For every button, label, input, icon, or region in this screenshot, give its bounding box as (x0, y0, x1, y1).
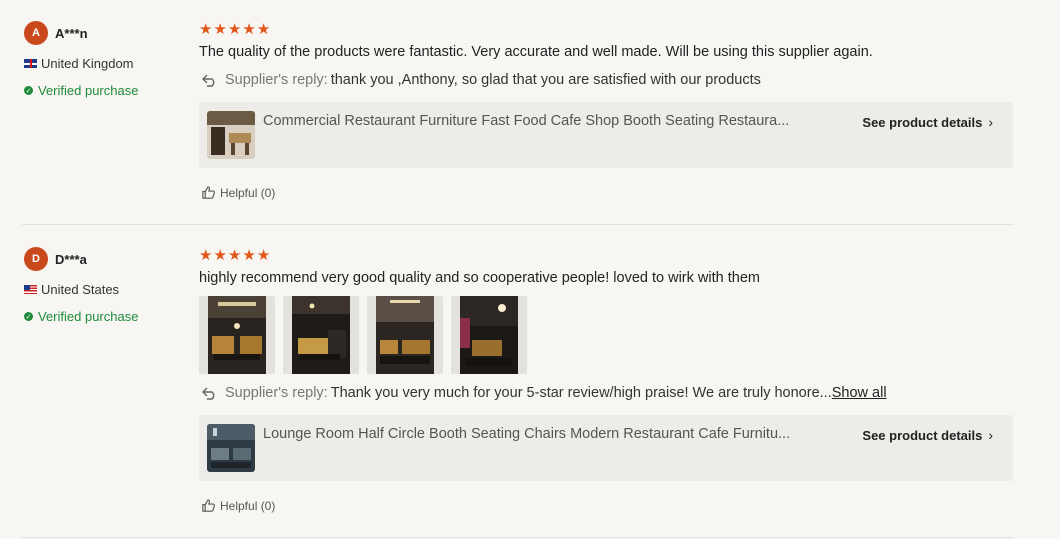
product-card[interactable]: Commercial Restaurant Furniture Fast Foo… (199, 102, 1013, 168)
product-card[interactable]: Lounge Room Half Circle Booth Seating Ch… (199, 415, 1013, 481)
reply-label: Supplier's reply: (225, 385, 328, 401)
reply-icon (202, 74, 215, 87)
helpful-label: Helpful (0) (220, 185, 276, 200)
star-icon: ★ (213, 247, 227, 264)
review-item: A A***n United Kingdom ✓ Verified purcha… (22, 0, 1014, 225)
star-icon: ★ (242, 21, 256, 38)
review-item: D D***a United States ✓ Verified purchas… (22, 226, 1014, 538)
reply-icon (202, 387, 215, 400)
supplier-reply: Supplier's reply: thank you ,Anthony, so… (201, 72, 761, 88)
review-photo[interactable] (451, 296, 527, 374)
avatar: A (24, 21, 48, 45)
reply-label: Supplier's reply: (225, 72, 328, 88)
star-icon: ★ (213, 21, 227, 38)
product-title[interactable]: Lounge Room Half Circle Booth Seating Ch… (263, 426, 843, 442)
check-icon: ✓ (24, 86, 33, 95)
see-product-details-link[interactable]: See product details › (862, 427, 993, 443)
star-icon: ★ (199, 247, 213, 264)
check-icon: ✓ (24, 312, 33, 321)
review-photo[interactable] (199, 296, 275, 374)
review-text: The quality of the products were fantast… (199, 44, 873, 60)
chevron-right-icon: › (988, 427, 993, 443)
helpful-button[interactable]: Helpful (0) (201, 498, 275, 513)
product-title[interactable]: Commercial Restaurant Furniture Fast Foo… (263, 113, 843, 129)
reviewer-name: A***n (55, 26, 88, 41)
reviewer-country: United Kingdom (24, 56, 134, 71)
product-thumbnail[interactable] (207, 424, 255, 472)
review-photos (199, 296, 527, 374)
show-all-link[interactable]: Show all (832, 385, 887, 401)
reply-text: thank you ,Anthony, so glad that you are… (330, 72, 761, 88)
supplier-reply: Supplier's reply: Thank you very much fo… (201, 385, 887, 401)
thumbs-up-icon (202, 186, 215, 199)
review-photo[interactable] (367, 296, 443, 374)
helpful-label: Helpful (0) (220, 498, 276, 513)
star-icon: ★ (242, 247, 256, 264)
product-thumbnail[interactable] (207, 111, 255, 159)
star-rating: ★ ★ ★ ★ ★ (199, 248, 270, 263)
reply-text: Thank you very much for your 5-star revi… (330, 385, 832, 401)
star-rating: ★ ★ ★ ★ ★ (199, 22, 270, 37)
verified-badge: ✓ Verified purchase (24, 83, 138, 98)
chevron-right-icon: › (988, 114, 993, 130)
reviewer-name: D***a (55, 252, 87, 267)
us-flag-icon (24, 285, 37, 294)
verified-label: Verified purchase (38, 309, 139, 324)
reviewer-country: United States (24, 282, 119, 297)
verified-label: Verified purchase (38, 83, 139, 98)
star-icon: ★ (256, 21, 271, 38)
review-text: highly recommend very good quality and s… (199, 270, 760, 286)
thumbs-up-icon (202, 499, 215, 512)
see-product-details-link[interactable]: See product details › (862, 114, 993, 130)
country-label: United Kingdom (41, 56, 134, 71)
avatar: D (24, 247, 48, 271)
see-details-label: See product details (862, 427, 983, 443)
star-icon: ★ (227, 21, 242, 38)
star-icon: ★ (227, 247, 242, 264)
uk-flag-icon (24, 59, 37, 68)
star-icon: ★ (256, 247, 271, 264)
review-photo[interactable] (283, 296, 359, 374)
see-details-label: See product details (862, 114, 983, 130)
verified-badge: ✓ Verified purchase (24, 309, 138, 324)
helpful-button[interactable]: Helpful (0) (201, 185, 275, 200)
star-icon: ★ (199, 21, 213, 38)
country-label: United States (41, 282, 120, 297)
